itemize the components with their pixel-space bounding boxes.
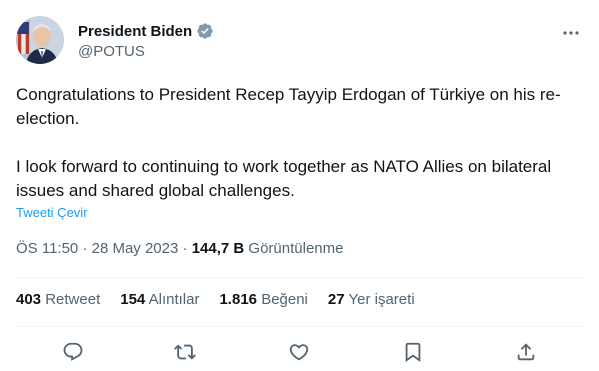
likes-label: Beğeni: [261, 291, 308, 308]
meta-separator: ·: [182, 240, 188, 257]
tweet-paragraph: Congratulations to President Recep Tayyi…: [16, 85, 561, 128]
tweet-meta: ÖS 11:50 · 28 May 2023 · 144,7 B Görüntü…: [16, 240, 343, 257]
retweet-icon[interactable]: [174, 341, 198, 365]
more-options-icon[interactable]: [561, 25, 581, 35]
handle[interactable]: @POTUS: [78, 43, 214, 60]
tweet-date[interactable]: 28 May 2023: [92, 240, 179, 257]
tweet-card: President Biden @POTUS Congratulations t…: [0, 0, 599, 371]
share-icon[interactable]: [515, 341, 539, 365]
retweets-stat[interactable]: 403 Retweet: [16, 291, 100, 308]
action-bar: [0, 337, 599, 369]
quotes-count: 154: [120, 291, 146, 308]
retweets-label: Retweet: [45, 291, 101, 308]
avatar[interactable]: [16, 16, 64, 64]
name-row: President Biden: [78, 21, 214, 41]
author-block: President Biden @POTUS: [78, 21, 214, 60]
translate-link[interactable]: Tweeti Çevir: [16, 205, 88, 220]
views-count: 144,7 B: [191, 240, 245, 257]
views-label: Görüntülenme: [248, 240, 344, 257]
likes-stat[interactable]: 1.816 Beğeni: [219, 291, 307, 308]
quotes-stat[interactable]: 154 Alıntılar: [120, 291, 199, 308]
bookmarks-count: 27: [327, 291, 345, 308]
like-icon[interactable]: [288, 341, 312, 365]
quotes-label: Alıntılar: [148, 291, 200, 308]
divider: [16, 277, 583, 278]
divider: [16, 326, 583, 327]
bookmarks-label: Yer işareti: [348, 291, 415, 308]
reply-icon[interactable]: [62, 341, 86, 365]
engagement-stats: 403 Retweet 154 Alıntılar 1.816 Beğeni 2…: [16, 291, 435, 308]
tweet-time[interactable]: ÖS 11:50: [16, 240, 78, 257]
bookmarks-stat[interactable]: 27 Yer işareti: [328, 291, 415, 308]
tweet-text: Congratulations to President Recep Tayyi…: [16, 83, 582, 203]
tweet-paragraph: I look forward to continuing to work tog…: [16, 157, 552, 200]
verified-badge-icon: [196, 22, 214, 40]
retweets-count: 403: [16, 291, 42, 308]
likes-count: 1.816: [219, 291, 258, 308]
display-name[interactable]: President Biden: [78, 23, 192, 40]
bookmark-icon[interactable]: [402, 341, 426, 365]
meta-separator: ·: [82, 240, 88, 257]
